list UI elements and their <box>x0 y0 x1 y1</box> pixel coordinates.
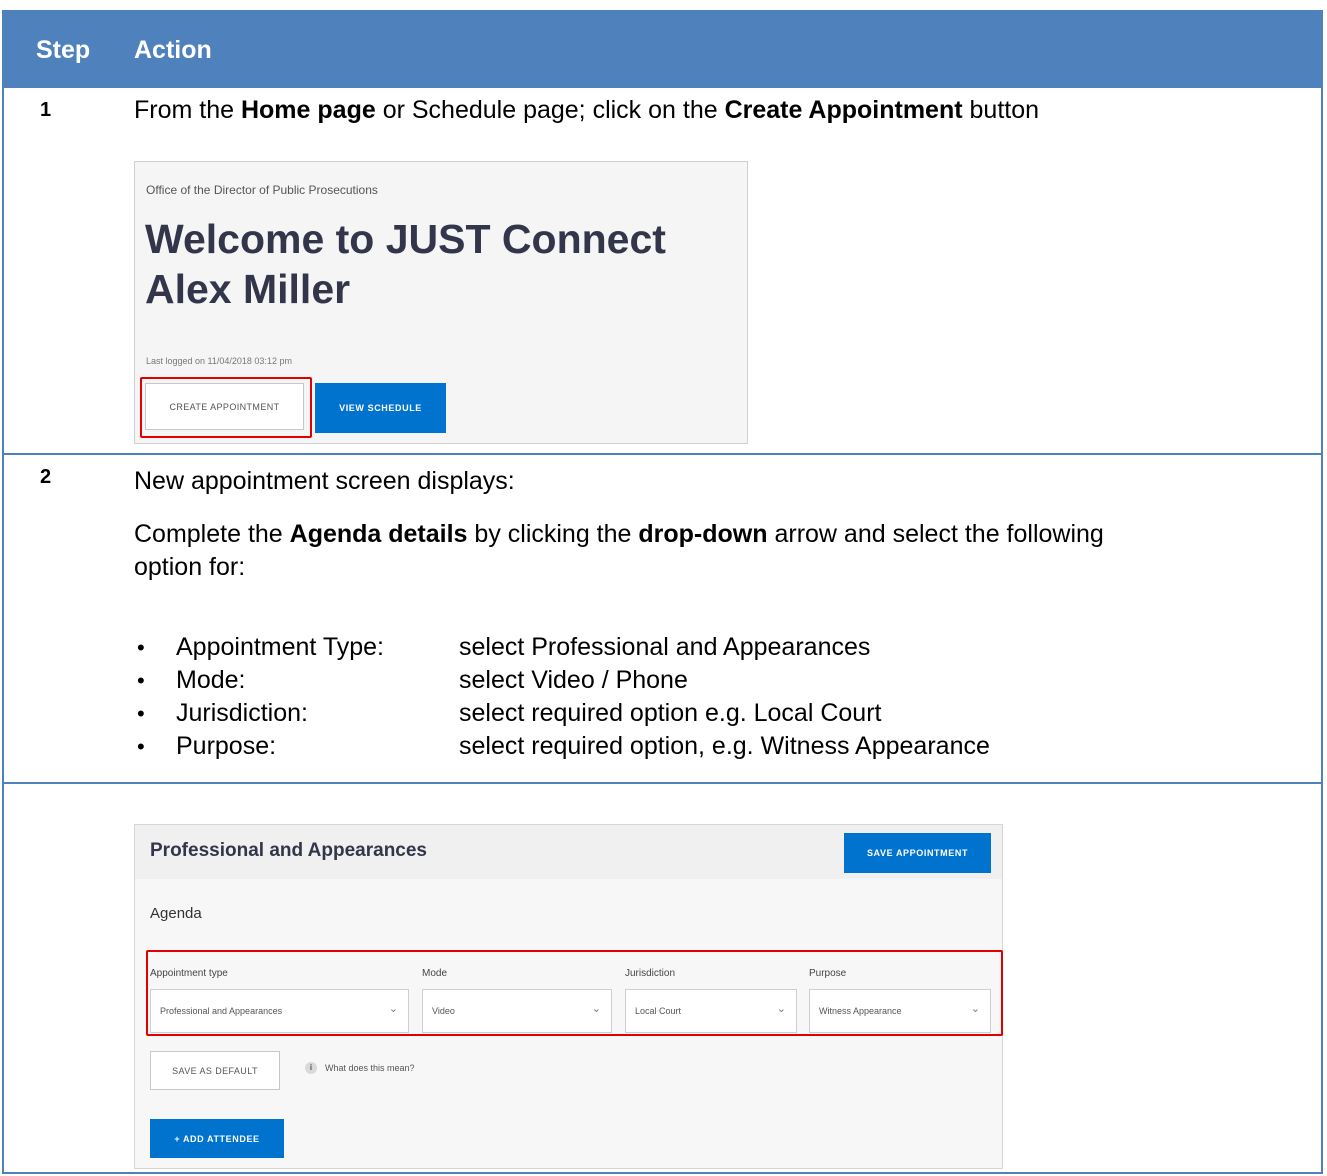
highlight-box <box>146 950 1003 1036</box>
agenda-heading: Agenda <box>150 905 202 922</box>
welcome-title: Welcome to JUST Connect Alex Miller <box>145 216 666 312</box>
bullet-label: Mode: <box>176 666 246 694</box>
highlight-box <box>140 377 312 438</box>
step-2-paragraph: Complete the Agenda details by clicking … <box>134 520 1104 581</box>
row-divider <box>4 453 1321 455</box>
save-appointment-button[interactable]: SAVE APPOINTMENT <box>844 833 991 873</box>
instruction-table: Step Action 1 From the Home page or Sche… <box>2 10 1323 1174</box>
info-icon[interactable]: i <box>305 1062 317 1074</box>
row-divider <box>4 782 1321 784</box>
bullet-label: Purpose: <box>176 732 277 760</box>
bullet-value: select required option e.g. Local Court <box>459 699 882 727</box>
bullet-value: select Professional and Appearances <box>459 633 871 661</box>
bullet: • <box>137 701 145 726</box>
bullet-value: select Video / Phone <box>459 666 688 694</box>
bullet-value: select required option, e.g. Witness App… <box>459 732 990 760</box>
header-step: Step <box>36 36 91 64</box>
bullet-label: Jurisdiction: <box>176 699 308 727</box>
info-link[interactable]: What does this mean? <box>325 1063 415 1073</box>
bullet: • <box>137 635 145 660</box>
org-name: Office of the Director of Public Prosecu… <box>146 183 378 197</box>
home-page-screenshot: Office of the Director of Public Prosecu… <box>134 161 748 444</box>
step-1-number: 1 <box>40 99 52 121</box>
new-appointment-screenshot: Professional and Appearances SAVE APPOIN… <box>134 824 1003 1169</box>
add-attendee-button[interactable]: + ADD ATTENDEE <box>150 1119 284 1158</box>
table-header: Step Action <box>4 12 1321 88</box>
appointment-title: Professional and Appearances <box>150 840 428 861</box>
bullet-label: Appointment Type: <box>176 633 385 661</box>
step-1-text: From the Home page or Schedule page; cli… <box>134 96 1040 124</box>
view-schedule-button[interactable]: VIEW SCHEDULE <box>315 383 446 433</box>
last-logged: Last logged on 11/04/2018 03:12 pm <box>146 356 292 366</box>
bullet: • <box>137 734 145 759</box>
save-as-default-button[interactable]: SAVE AS DEFAULT <box>150 1051 280 1090</box>
step-2-intro: New appointment screen displays: <box>134 467 515 495</box>
step-2-number: 2 <box>40 466 52 488</box>
header-action: Action <box>134 36 212 64</box>
bullet: • <box>137 668 145 693</box>
